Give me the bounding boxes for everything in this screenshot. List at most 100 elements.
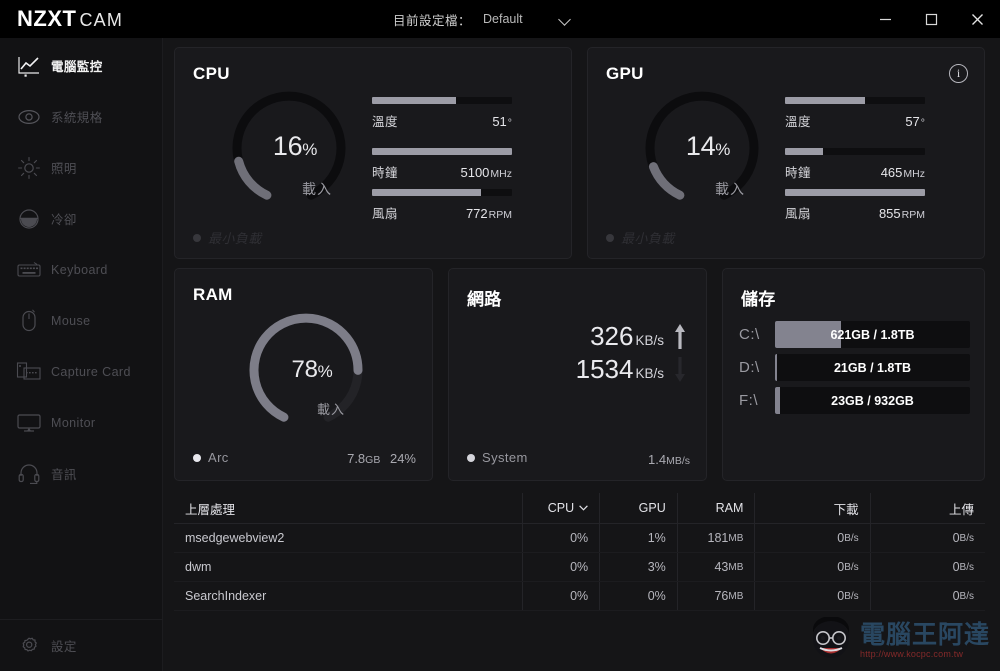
drive-usage-text-d: 21GB / 1.8TB <box>833 360 912 375</box>
drive-row[interactable]: C:\ 621GB / 1.8TB <box>739 321 970 348</box>
process-download: 0 B/s <box>754 524 869 552</box>
minimize-button[interactable] <box>862 0 908 38</box>
process-name: msedgewebview2 <box>185 531 285 545</box>
process-ram: 181 MB <box>676 524 755 552</box>
sun-icon <box>12 153 46 183</box>
network-download-unit: KB/s <box>635 366 664 381</box>
watermark-title: 電腦王阿達 <box>859 619 990 649</box>
storage-card-title: 儲存 <box>741 290 776 309</box>
fan-circle-icon <box>12 204 46 234</box>
ram-top-process: Arc <box>193 450 229 465</box>
brand-nzxt: NZXT <box>17 6 77 31</box>
sidebar-item-system-specs[interactable]: 系統規格 <box>0 91 162 142</box>
network-process-rate-unit: MB/s <box>666 455 690 467</box>
capture-card-icon <box>12 357 46 387</box>
info-icon[interactable]: i <box>949 64 968 83</box>
drive-usage-text-f: 23GB / 932GB <box>831 393 914 408</box>
table-row[interactable]: SearchIndexer 0% 0% 76 MB 0 B/s 0 B/s <box>174 582 985 611</box>
gpu-process-name: 最小負載 <box>621 231 675 246</box>
column-header-ram[interactable]: RAM <box>676 493 755 523</box>
sidebar: 電腦監控 系統規格 照明 冷卻 Keyboard Mouse Capture C… <box>0 38 163 671</box>
sidebar-item-lighting[interactable]: 照明 <box>0 142 162 193</box>
cpu-process-dot-icon <box>193 233 201 242</box>
sidebar-label-pc-monitoring: 電腦監控 <box>51 60 103 74</box>
network-card-title: 網路 <box>467 290 502 309</box>
sidebar-item-mouse[interactable]: Mouse <box>0 295 162 346</box>
table-row[interactable]: msedgewebview2 0% 1% 181 MB 0 B/s 0 B/s <box>174 524 985 553</box>
network-upload-value: 326 <box>590 321 634 351</box>
chevron-down-icon[interactable] <box>559 12 573 26</box>
maximize-button[interactable] <box>908 0 954 38</box>
mascot-face-icon <box>808 616 854 663</box>
cpu-load-percent: 16% <box>272 130 318 161</box>
ram-load-percent: 78% <box>291 356 333 383</box>
ram-used-unit: GB <box>365 454 381 466</box>
network-top-process: System <box>467 450 528 465</box>
drive-row[interactable]: F:\ 23GB / 932GB <box>739 387 970 414</box>
ram-load-label: 載入 <box>317 402 346 417</box>
app-logo: NZXT CAM <box>0 6 123 32</box>
network-process-rate: 1.4MB/s <box>648 452 690 467</box>
sidebar-item-audio[interactable]: 音訊 <box>0 448 162 499</box>
process-ram: 76 MB <box>676 582 755 610</box>
process-upload: 0 B/s <box>869 553 985 581</box>
ram-used-value: 7.8 <box>347 451 366 466</box>
drive-usage-bar-d: 21GB / 1.8TB <box>775 354 970 381</box>
sidebar-label-settings: 設定 <box>51 640 77 654</box>
headset-icon <box>12 459 46 489</box>
gpu-card-title: GPU <box>606 64 644 83</box>
storage-drive-list: C:\ 621GB / 1.8TB D:\ 21GB / 1.8TB F:\ 2… <box>739 321 970 420</box>
cpu-load-gauge: 16% 載入 <box>230 91 348 209</box>
cpu-temp-label: 溫度 <box>372 115 399 129</box>
column-header-name[interactable]: 上層處理 <box>174 499 522 518</box>
upload-arrow-icon <box>674 322 686 350</box>
eye-icon <box>12 102 46 132</box>
process-download: 0 B/s <box>754 553 869 581</box>
mouse-icon <box>12 306 46 336</box>
drive-row[interactable]: D:\ 21GB / 1.8TB <box>739 354 970 381</box>
chevron-down-icon <box>579 500 589 514</box>
sidebar-item-pc-monitoring[interactable]: 電腦監控 <box>0 40 162 91</box>
column-header-cpu[interactable]: CPU <box>521 493 600 523</box>
sidebar-item-capture-card[interactable]: Capture Card <box>0 346 162 397</box>
chart-line-icon <box>12 51 46 81</box>
process-gpu: 0% <box>599 582 677 610</box>
cpu-temp-bar <box>372 97 512 104</box>
table-row[interactable]: dwm 0% 3% 43 MB 0 B/s 0 B/s <box>174 553 985 582</box>
process-upload: 0 B/s <box>869 524 985 552</box>
sidebar-item-keyboard[interactable]: Keyboard <box>0 244 162 295</box>
process-download: 0 B/s <box>754 582 869 610</box>
sidebar-label-cooling: 冷卻 <box>51 213 77 227</box>
close-button[interactable] <box>954 0 1000 38</box>
gpu-fan-label: 風扇 <box>785 207 812 221</box>
sidebar-item-settings[interactable]: 設定 <box>0 620 163 671</box>
ram-process-percent: 24% <box>389 451 416 466</box>
gpu-temp-label: 溫度 <box>785 115 812 129</box>
profile-selector[interactable]: 目前設定檔： Default <box>393 0 573 38</box>
monitor-icon <box>12 408 46 438</box>
network-process-rate-value: 1.4 <box>648 452 667 467</box>
sidebar-item-monitor[interactable]: Monitor <box>0 397 162 448</box>
cpu-metric-clock: 時鐘 5100MHz <box>372 148 512 181</box>
drive-usage-bar-c: 621GB / 1.8TB <box>775 321 970 348</box>
process-table-header: 上層處理 CPU GPU RAM 下載 上傳 <box>174 493 985 524</box>
download-arrow-icon <box>674 355 686 383</box>
process-name: SearchIndexer <box>185 589 267 603</box>
drive-name-d: D:\ <box>739 359 760 376</box>
column-header-download[interactable]: 下載 <box>754 493 869 523</box>
gpu-metric-fan: 風扇 855RPM <box>785 189 925 222</box>
network-upload-unit: KB/s <box>635 333 664 348</box>
sidebar-label-keyboard: Keyboard <box>51 262 108 277</box>
column-header-gpu[interactable]: GPU <box>599 493 677 523</box>
process-name: dwm <box>185 560 212 574</box>
column-header-upload[interactable]: 上傳 <box>869 493 985 523</box>
nzxt-cam-window: NZXT CAM 目前設定檔： Default 電腦監控 系統規格 照明 冷卻 … <box>0 0 1000 671</box>
sidebar-item-cooling[interactable]: 冷卻 <box>0 193 162 244</box>
sidebar-label-mouse: Mouse <box>51 313 91 328</box>
cpu-clock-bar <box>372 148 512 155</box>
cpu-metric-temperature: 溫度 51° <box>372 97 512 130</box>
watermark-text-block: 電腦王阿達 http://www.kocpc.com.tw <box>860 622 990 659</box>
drive-usage-bar-f: 23GB / 932GB <box>775 387 970 414</box>
cpu-clock-value: 5100MHz <box>460 165 512 180</box>
cpu-clock-label: 時鐘 <box>372 166 399 180</box>
